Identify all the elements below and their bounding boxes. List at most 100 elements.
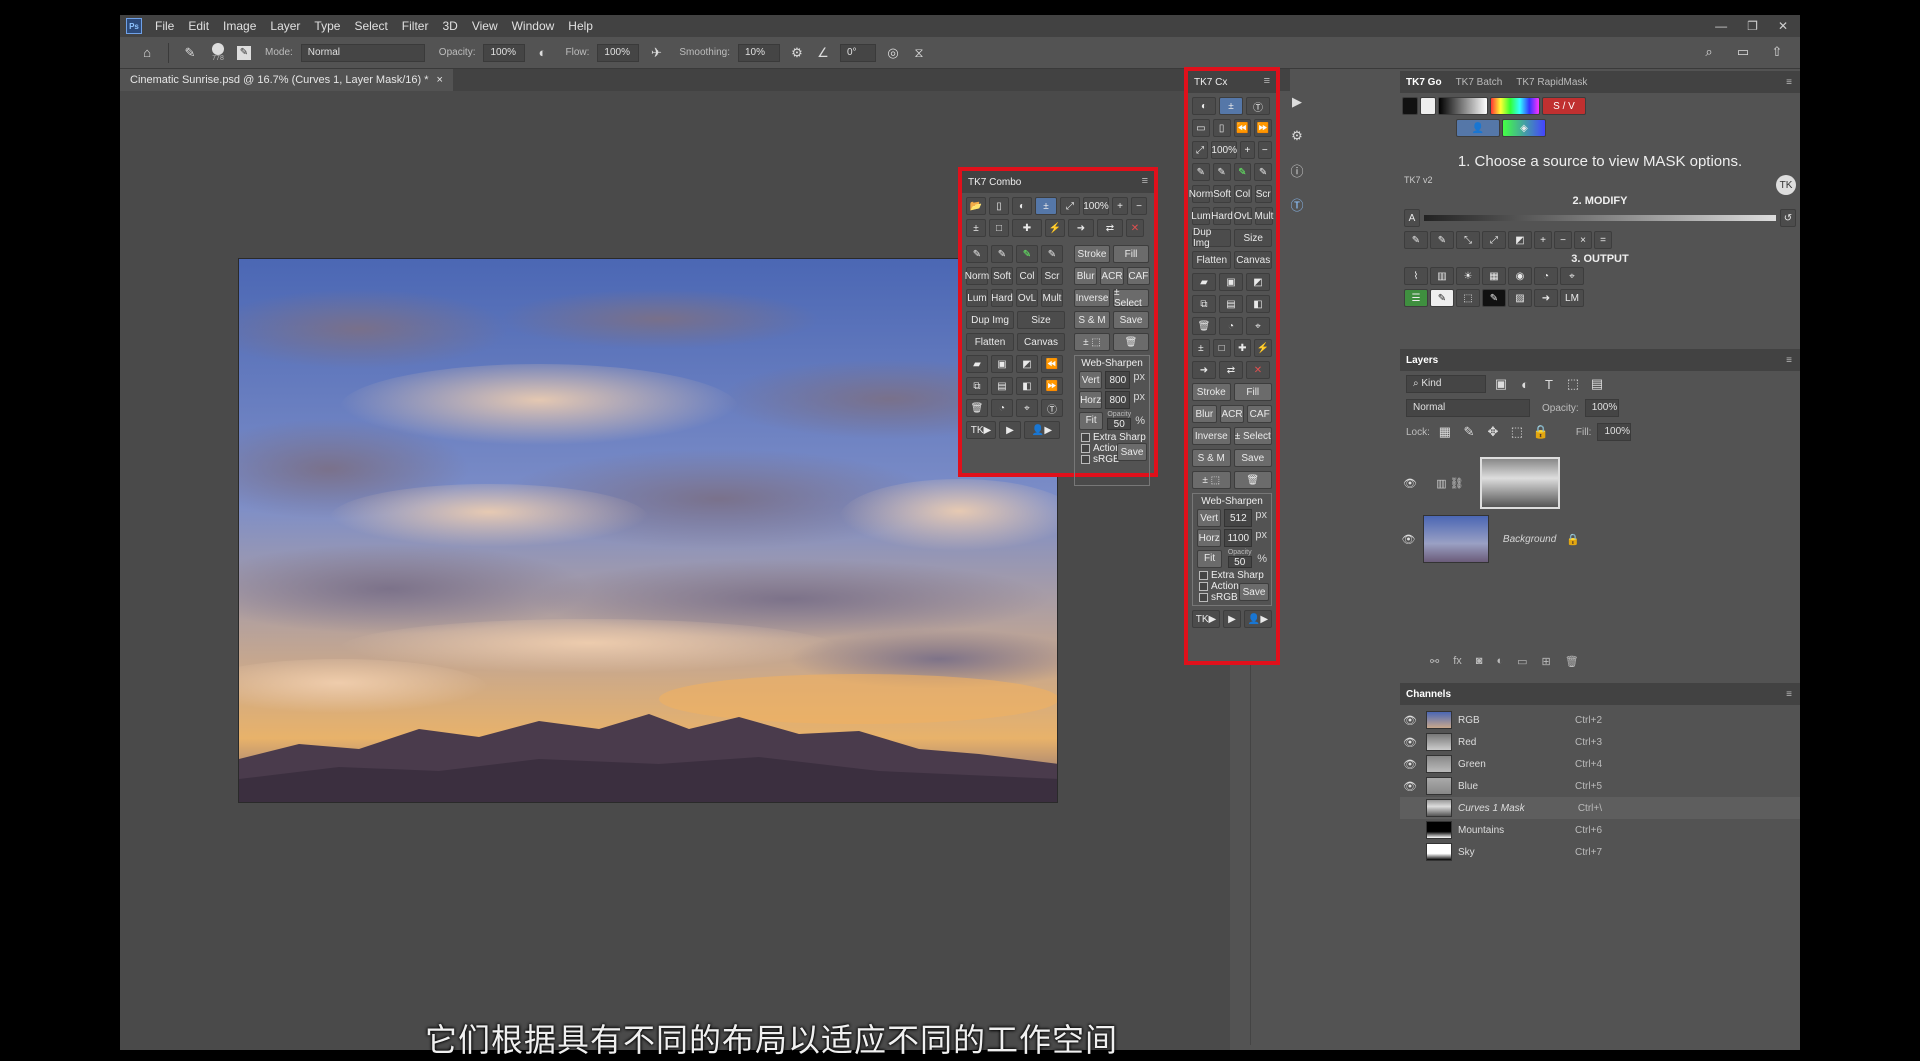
color-source-icon[interactable]	[1490, 97, 1540, 115]
zoom-100-button[interactable]: 100%	[1083, 197, 1109, 215]
person-source-icon[interactable]: 👤	[1456, 119, 1500, 137]
pressure-opacity-icon[interactable]: ◐	[533, 44, 551, 62]
play-icon[interactable]: ▶	[1284, 85, 1310, 119]
enter-icon[interactable]: ➜	[1192, 361, 1216, 379]
fit-screen-icon[interactable]: ⤢	[1060, 197, 1080, 215]
play-action-icon[interactable]: ▶	[999, 421, 1021, 439]
reset-icon[interactable]: ↺	[1780, 209, 1796, 227]
sm-button[interactable]: S & M	[1192, 449, 1231, 467]
menu-image[interactable]: Image	[216, 19, 263, 33]
blur-button[interactable]: Blur	[1192, 405, 1217, 423]
trash-icon[interactable]: 🗑	[966, 399, 988, 417]
opacity-input[interactable]: 100%	[483, 43, 526, 62]
type-filter-icon[interactable]: T	[1540, 375, 1558, 393]
user-play-icon[interactable]: 👤▶	[1244, 610, 1272, 628]
channel-row-mountains[interactable]: Mountains Ctrl+6	[1400, 819, 1800, 841]
layer-blend-select[interactable]: Normal	[1406, 399, 1530, 417]
layer-mask-thumbnail[interactable]	[1480, 457, 1560, 509]
horz-input[interactable]: 1100	[1224, 529, 1253, 547]
new-adjustment-icon[interactable]: ◐	[1496, 655, 1503, 668]
canvas-button[interactable]: Canvas	[1017, 333, 1065, 351]
lightning-icon[interactable]: ⚡	[1045, 219, 1065, 237]
brush-grey-icon[interactable]: ✎	[1254, 163, 1272, 181]
layers-source-icon[interactable]: ◈	[1502, 119, 1546, 137]
menu-type[interactable]: Type	[307, 19, 347, 33]
tk-badge-icon[interactable]: Ⓣ	[1246, 97, 1270, 115]
link-layers-icon[interactable]: ⚯	[1430, 655, 1439, 668]
tk-badge-icon[interactable]: Ⓣ	[1041, 399, 1063, 417]
tab-tk7-batch[interactable]: TK7 Batch	[1456, 77, 1503, 88]
new-doc-icon[interactable]: ▯	[989, 197, 1009, 215]
brush-black-output-icon[interactable]: ✎	[1482, 289, 1506, 307]
zoom-out-icon[interactable]: −	[1131, 197, 1147, 215]
open-icon[interactable]: 📂	[966, 197, 986, 215]
blend-lum-button[interactable]: Lum	[966, 289, 988, 307]
heal-icon[interactable]: ✚	[1233, 339, 1252, 357]
stroke-button[interactable]: Stroke	[1192, 383, 1231, 401]
pin-icon[interactable]: ⌖	[1016, 399, 1038, 417]
brush-white-icon[interactable]: ✎	[991, 245, 1013, 263]
search-icon[interactable]: ⌕	[1700, 43, 1718, 61]
tk-logo-icon[interactable]: TK	[1776, 175, 1796, 195]
menu-select[interactable]: Select	[347, 19, 394, 33]
blend-scr-button[interactable]: Scr	[1254, 185, 1272, 203]
fit-button[interactable]: Fit	[1079, 411, 1104, 430]
pixel-filter-icon[interactable]: ▣	[1492, 375, 1510, 393]
brush-preset-picker[interactable]: 778	[207, 43, 229, 62]
plus-minus-select-button[interactable]: ± Select	[1113, 287, 1149, 309]
enter-icon[interactable]: ➜	[1068, 219, 1094, 237]
menu-3d[interactable]: 3D	[435, 19, 464, 33]
menu-file[interactable]: File	[148, 19, 181, 33]
zoom-in-icon[interactable]: +	[1240, 141, 1255, 159]
airbrush-icon[interactable]: ✈	[647, 44, 665, 62]
delete-layer-icon[interactable]: 🗑	[1565, 655, 1579, 668]
mute-icon[interactable]: ◔	[991, 399, 1013, 417]
select-box-icon[interactable]: □	[1212, 339, 1231, 357]
layer-mask-icon[interactable]: ◩	[1016, 355, 1038, 373]
panel-menu-icon[interactable]: ≡	[1264, 75, 1270, 87]
visibility-eye-icon[interactable]: 👁	[1400, 758, 1420, 771]
brush-grey-icon[interactable]: ✎	[1041, 245, 1063, 263]
srgb-checkbox[interactable]: sRGB	[1199, 592, 1239, 603]
info-icon[interactable]: ⓘ	[1284, 153, 1310, 187]
trash-icon[interactable]: 🗑	[1233, 471, 1272, 489]
blend-mult-button[interactable]: Mult	[1041, 289, 1063, 307]
copy-layer-icon[interactable]: ⧉	[966, 377, 988, 395]
fill-button[interactable]: Fill	[1113, 245, 1149, 263]
brush-tool-icon[interactable]: ✎	[181, 44, 199, 62]
blend-soft-button[interactable]: Soft	[1213, 185, 1231, 203]
add-mask-icon[interactable]: ◙	[1476, 655, 1483, 668]
sunrise-photo[interactable]	[238, 258, 1058, 803]
modify-slider[interactable]	[1424, 215, 1776, 221]
new-group-icon[interactable]: ▭	[1517, 655, 1527, 668]
a-button[interactable]: A	[1404, 209, 1420, 227]
size-button[interactable]: Size	[1234, 229, 1272, 247]
gear-icon[interactable]: ⚙	[788, 44, 806, 62]
opacity-input[interactable]: 50	[1227, 556, 1252, 568]
layer-mask-icon[interactable]: ◩	[1246, 273, 1270, 291]
rewind-icon[interactable]: ⏪	[1041, 355, 1063, 373]
brush-black-icon[interactable]: ✎	[1404, 231, 1428, 249]
intersect-icon[interactable]: ×	[1574, 231, 1592, 249]
camera-icon[interactable]: ◉	[1508, 267, 1532, 285]
layer-merge-icon[interactable]: ▣	[991, 355, 1013, 373]
visibility-eye-icon[interactable]: 👁	[1400, 477, 1420, 490]
blend-norm-button[interactable]: Norm	[1189, 185, 1213, 203]
image-icon[interactable]: ▨	[1508, 289, 1532, 307]
blend-hard-button[interactable]: Hard	[1211, 207, 1233, 225]
background-layer-row[interactable]: 👁 Background 🔒	[1400, 511, 1580, 567]
menu-window[interactable]: Window	[505, 19, 562, 33]
dup-img-button[interactable]: Dup Img	[966, 311, 1014, 329]
pin-icon[interactable]: ⌖	[1560, 267, 1584, 285]
close-icon[interactable]: ✕	[1778, 19, 1788, 33]
stroke-button[interactable]: Stroke	[1074, 245, 1110, 263]
sharpen-save-button[interactable]: Save	[1239, 583, 1269, 601]
blend-col-button[interactable]: Col	[1234, 185, 1252, 203]
smoothing-input[interactable]: 10%	[737, 43, 780, 62]
sm-button[interactable]: S & M	[1074, 311, 1110, 329]
extra-sharp-checkbox[interactable]: Extra Sharp	[1081, 432, 1147, 443]
play-action-icon[interactable]: ▶	[1223, 610, 1241, 628]
heal-icon[interactable]: ✚	[1012, 219, 1042, 237]
open-icon[interactable]: ▭	[1192, 119, 1210, 137]
toggle-layer-icon[interactable]: ◧	[1246, 295, 1270, 313]
